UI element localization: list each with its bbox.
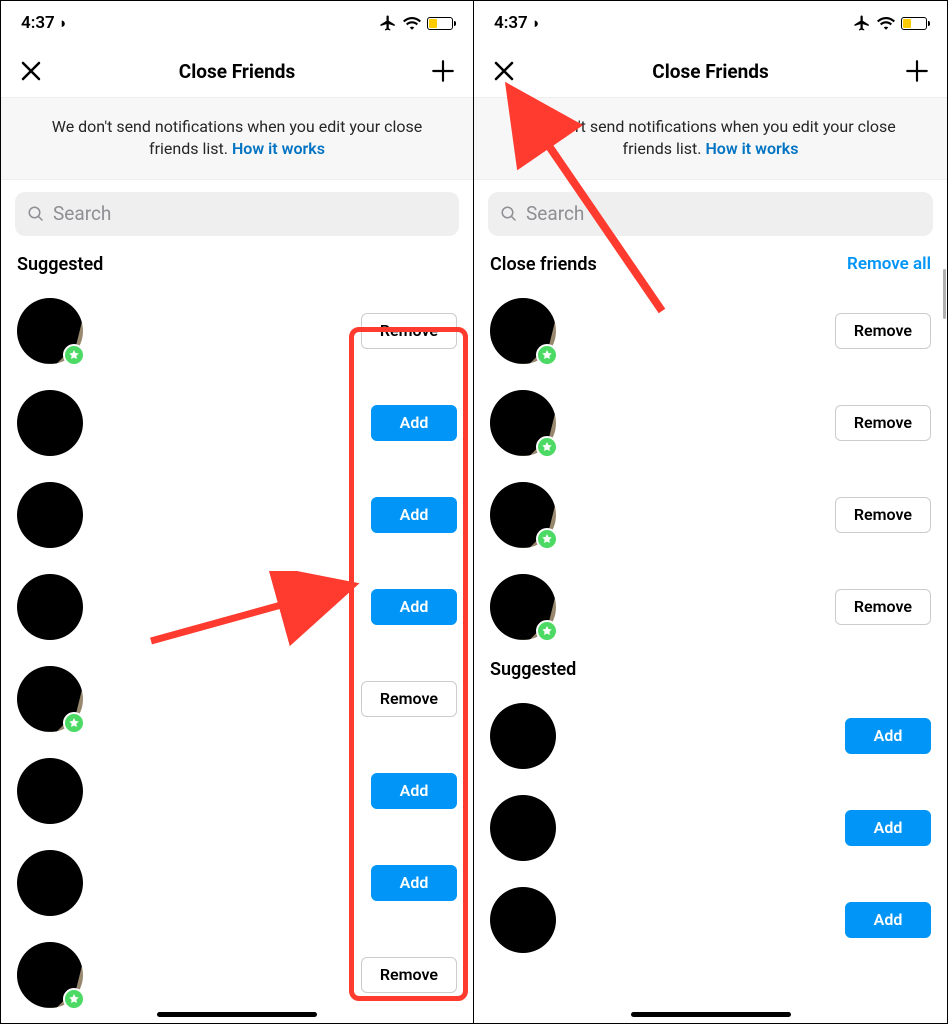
add-button[interactable]: Add xyxy=(845,902,931,938)
airplane-icon xyxy=(379,14,397,32)
search-placeholder: Search xyxy=(53,202,111,225)
search-placeholder: Search xyxy=(526,202,584,225)
search-icon xyxy=(500,205,518,223)
avatar[interactable] xyxy=(17,390,83,456)
friend-row: Remove xyxy=(17,653,457,745)
search-input[interactable]: Search xyxy=(15,192,459,236)
add-icon[interactable] xyxy=(903,57,931,85)
avatar[interactable] xyxy=(17,298,83,364)
add-button[interactable]: Add xyxy=(371,773,457,809)
search-icon xyxy=(27,205,45,223)
remove-button[interactable]: Remove xyxy=(835,497,931,533)
how-it-works-link[interactable]: How it works xyxy=(705,139,798,158)
battery-icon xyxy=(901,17,927,30)
status-bar: 4:37 ◗ xyxy=(1,1,473,45)
avatar[interactable] xyxy=(490,795,556,861)
friend-row: Remove xyxy=(17,285,457,377)
avatar[interactable] xyxy=(17,758,83,824)
close-friend-star-icon xyxy=(536,436,558,458)
info-banner: We don't send notifications when you edi… xyxy=(1,97,473,180)
section-title: Close friends xyxy=(490,254,597,275)
section-header: Suggested xyxy=(1,248,473,285)
friend-row: Add xyxy=(490,690,931,782)
close-friend-star-icon xyxy=(63,344,85,366)
home-indicator xyxy=(157,1012,317,1017)
info-banner: We don't send notifications when you edi… xyxy=(474,97,947,180)
page-title: Close Friends xyxy=(652,60,768,83)
wifi-icon xyxy=(877,16,895,30)
friend-row: Remove xyxy=(490,377,931,469)
friend-row: Add xyxy=(490,874,931,966)
friend-row: Add xyxy=(490,782,931,874)
close-icon[interactable] xyxy=(17,57,45,85)
avatar[interactable] xyxy=(490,390,556,456)
do-not-disturb-icon: ◗ xyxy=(59,14,68,32)
phone-left: 4:37 ◗ Close Friends xyxy=(1,1,474,1023)
remove-button[interactable]: Remove xyxy=(835,313,931,349)
remove-button[interactable]: Remove xyxy=(835,589,931,625)
home-indicator xyxy=(631,1012,791,1017)
close-friend-star-icon xyxy=(63,712,85,734)
add-icon[interactable] xyxy=(429,57,457,85)
avatar[interactable] xyxy=(17,942,83,1008)
avatar[interactable] xyxy=(490,887,556,953)
how-it-works-link[interactable]: How it works xyxy=(232,139,325,158)
page-title: Close Friends xyxy=(179,60,295,83)
close-friend-star-icon xyxy=(63,988,85,1010)
friend-row: Add xyxy=(17,469,457,561)
add-button[interactable]: Add xyxy=(371,865,457,901)
avatar[interactable] xyxy=(490,298,556,364)
close-friend-star-icon xyxy=(536,344,558,366)
friend-row: Add xyxy=(17,377,457,469)
battery-icon xyxy=(427,17,453,30)
status-bar: 4:37 ◗ xyxy=(474,1,947,45)
remove-button[interactable]: Remove xyxy=(361,957,457,993)
friend-row: Remove xyxy=(490,469,931,561)
remove-button[interactable]: Remove xyxy=(361,313,457,349)
add-button[interactable]: Add xyxy=(845,718,931,754)
section-title: Suggested xyxy=(490,659,576,680)
add-button[interactable]: Add xyxy=(371,497,457,533)
add-button[interactable]: Add xyxy=(845,810,931,846)
friend-row: Remove xyxy=(490,561,931,653)
avatar[interactable] xyxy=(17,850,83,916)
section-header: Close friends Remove all xyxy=(474,248,947,285)
avatar[interactable] xyxy=(490,703,556,769)
avatar[interactable] xyxy=(490,482,556,548)
avatar[interactable] xyxy=(17,666,83,732)
nav-bar: Close Friends xyxy=(1,45,473,97)
avatar[interactable] xyxy=(490,574,556,640)
phone-right: 4:37 ◗ Close Friends xyxy=(474,1,947,1023)
section-title: Suggested xyxy=(17,254,103,275)
search-input[interactable]: Search xyxy=(488,192,933,236)
nav-bar: Close Friends xyxy=(474,45,947,97)
close-friend-star-icon xyxy=(536,528,558,550)
remove-button[interactable]: Remove xyxy=(835,405,931,441)
add-button[interactable]: Add xyxy=(371,589,457,625)
status-time: 4:37 xyxy=(494,13,528,33)
close-friend-star-icon xyxy=(536,620,558,642)
friend-row: Add xyxy=(17,837,457,929)
avatar[interactable] xyxy=(17,482,83,548)
scroll-indicator xyxy=(943,269,946,319)
avatar[interactable] xyxy=(17,574,83,640)
add-button[interactable]: Add xyxy=(371,405,457,441)
friend-row: Add xyxy=(17,561,457,653)
airplane-icon xyxy=(853,14,871,32)
close-icon[interactable] xyxy=(490,57,518,85)
do-not-disturb-icon: ◗ xyxy=(532,14,541,32)
friend-row: Remove xyxy=(490,285,931,377)
section-header: Suggested xyxy=(474,653,947,690)
friend-row: Add xyxy=(17,745,457,837)
remove-button[interactable]: Remove xyxy=(361,681,457,717)
status-time: 4:37 xyxy=(21,13,55,33)
remove-all-link[interactable]: Remove all xyxy=(847,254,931,274)
wifi-icon xyxy=(403,16,421,30)
friend-row: Remove xyxy=(17,929,457,1021)
